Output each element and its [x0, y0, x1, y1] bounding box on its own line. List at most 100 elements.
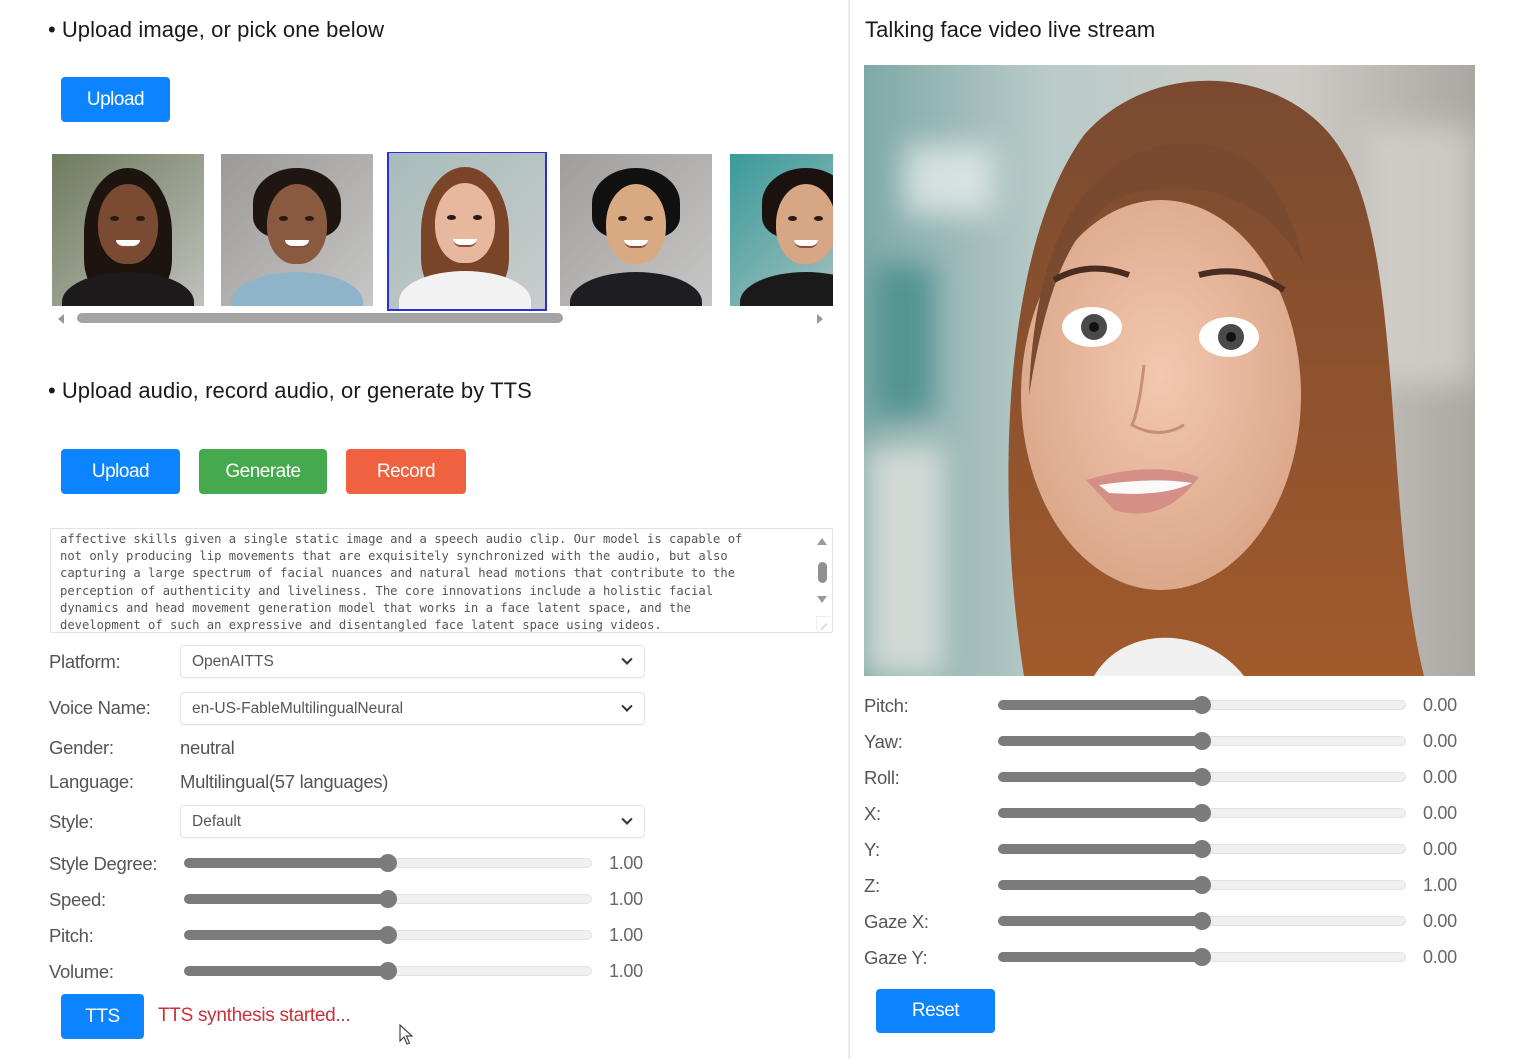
head-pose-slider-label: Pitch:: [864, 695, 909, 716]
head-pose-slider-label: X:: [864, 803, 881, 824]
thumbnail-eye: [788, 216, 797, 221]
scroll-left-arrow-icon[interactable]: [58, 314, 64, 324]
slider-thumb[interactable]: [1193, 804, 1211, 822]
gallery-thumbnail-woman-curly-hair[interactable]: [52, 154, 204, 306]
head-pose-slider-label: Gaze Y:: [864, 947, 928, 968]
text-scrollbar-thumb[interactable]: [818, 562, 827, 583]
head-pose-slider[interactable]: [998, 768, 1406, 786]
tts-slider[interactable]: [184, 890, 592, 908]
head-pose-slider-value: 0.00: [1423, 803, 1457, 823]
slider-thumb[interactable]: [1193, 912, 1211, 930]
head-pose-slider-label: Y:: [864, 839, 880, 860]
tts-slider-label: Pitch:: [49, 925, 94, 946]
tts-status-message: TTS synthesis started...: [158, 1005, 351, 1026]
head-pose-slider-value: 0.00: [1423, 911, 1457, 931]
slider-thumb[interactable]: [379, 854, 397, 872]
thumbnail-eye: [305, 216, 314, 221]
image-section-title-text: Upload image, or pick one below: [61, 17, 385, 42]
tts-slider[interactable]: [184, 854, 592, 872]
audio-section-title: • Upload audio, record audio, or generate…: [48, 378, 532, 403]
image-gallery: [52, 152, 833, 312]
slider-fill: [998, 772, 1202, 782]
scroll-down-arrow-icon[interactable]: [817, 596, 827, 603]
slider-fill: [184, 966, 388, 976]
tts-slider-value: 1.00: [609, 925, 643, 945]
platform-select-value: OpenAITTS: [192, 652, 274, 670]
language-value: Multilingual(57 languages): [180, 771, 389, 792]
thumbnail-eye: [473, 215, 482, 220]
slider-thumb[interactable]: [379, 962, 397, 980]
gallery-thumbnail-woman-short-dark-hair[interactable]: [730, 154, 833, 306]
upload-image-button[interactable]: Upload: [61, 77, 170, 122]
head-pose-slider[interactable]: [998, 912, 1406, 930]
tts-slider[interactable]: [184, 962, 592, 980]
thumbnail-face: [98, 184, 158, 264]
thumbnail-face: [776, 184, 833, 264]
scroll-right-arrow-icon[interactable]: [817, 314, 823, 324]
gallery-thumbnail-woman-long-brown-hair[interactable]: [387, 152, 547, 311]
voice-name-select[interactable]: en-US-FableMultilingualNeural: [180, 692, 645, 725]
tts-slider-value: 1.00: [609, 961, 643, 981]
head-pose-slider-value: 0.00: [1423, 947, 1457, 967]
tts-slider-label: Volume:: [49, 961, 114, 982]
head-pose-slider[interactable]: [998, 732, 1406, 750]
slider-fill: [184, 930, 388, 940]
head-pose-slider[interactable]: [998, 696, 1406, 714]
gender-value: neutral: [180, 737, 235, 758]
head-pose-slider[interactable]: [998, 948, 1406, 966]
platform-select[interactable]: OpenAITTS: [180, 645, 645, 678]
slider-thumb[interactable]: [1193, 732, 1211, 750]
resize-grip-icon[interactable]: [816, 616, 830, 630]
slider-thumb[interactable]: [1193, 948, 1211, 966]
tts-slider-value: 1.00: [609, 889, 643, 909]
style-select[interactable]: Default: [180, 805, 645, 838]
tts-slider-label: Style Degree:: [49, 853, 158, 874]
slider-thumb[interactable]: [1193, 840, 1211, 858]
head-pose-slider-value: 1.00: [1423, 875, 1457, 895]
thumbnail-eye: [814, 216, 823, 221]
record-button[interactable]: Record: [346, 449, 466, 494]
thumbnail-eye: [644, 216, 653, 221]
text-scrollbar[interactable]: [813, 532, 831, 612]
right-panel: Talking face video live stream Pitch: 0.…: [850, 0, 1538, 1059]
chevron-down-icon: [621, 700, 633, 712]
tts-button[interactable]: TTS: [61, 994, 144, 1039]
tts-slider-value: 1.00: [609, 853, 643, 873]
slider-thumb[interactable]: [1193, 768, 1211, 786]
head-pose-slider[interactable]: [998, 876, 1406, 894]
chevron-down-icon: [621, 653, 633, 665]
slider-thumb[interactable]: [379, 890, 397, 908]
head-pose-slider-label: Gaze X:: [864, 911, 929, 932]
talking-face-video: [864, 65, 1475, 676]
head-pose-slider[interactable]: [998, 804, 1406, 822]
slider-thumb[interactable]: [379, 926, 397, 944]
audio-section-title-text: Upload audio, record audio, or generate …: [61, 378, 532, 403]
upload-audio-button[interactable]: Upload: [61, 449, 180, 494]
slider-fill: [998, 880, 1202, 890]
mouse-cursor-icon: [399, 1024, 414, 1045]
thumbnail-face: [267, 184, 327, 264]
gallery-scrollbar[interactable]: [52, 312, 833, 326]
gender-label: Gender:: [49, 737, 114, 758]
slider-thumb[interactable]: [1193, 876, 1211, 894]
thumbnail-eye: [110, 216, 119, 221]
thumbnail-eye: [136, 216, 145, 221]
reset-button[interactable]: Reset: [876, 989, 995, 1033]
tts-text-input[interactable]: affective skills given a single static i…: [50, 528, 833, 633]
scrollbar-thumb[interactable]: [77, 313, 563, 323]
gallery-thumbnail-man-suit[interactable]: [560, 154, 712, 306]
gallery-thumbnail-man-short-hair[interactable]: [221, 154, 373, 306]
head-pose-slider-value: 0.00: [1423, 767, 1457, 787]
generate-button[interactable]: Generate: [199, 449, 327, 494]
head-pose-slider-value: 0.00: [1423, 731, 1457, 751]
head-pose-slider-label: Roll:: [864, 767, 900, 788]
scroll-up-arrow-icon[interactable]: [817, 538, 827, 545]
style-label: Style:: [49, 811, 94, 832]
head-pose-slider[interactable]: [998, 840, 1406, 858]
voice-name-select-value: en-US-FableMultilingualNeural: [192, 699, 404, 717]
language-label: Language:: [49, 771, 134, 792]
slider-fill: [184, 894, 388, 904]
slider-thumb[interactable]: [1193, 696, 1211, 714]
tts-slider[interactable]: [184, 926, 592, 944]
video-frame: [864, 65, 1475, 676]
